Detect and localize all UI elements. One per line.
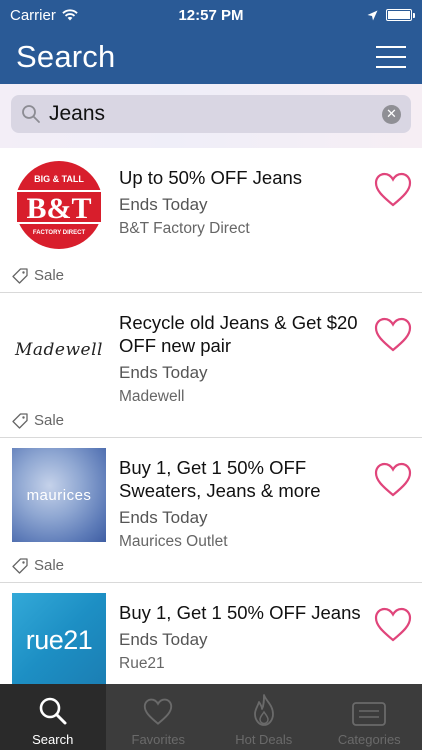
- tab-search[interactable]: Search: [0, 684, 106, 750]
- deal-title: Buy 1, Get 1 50% OFF Jeans: [119, 602, 361, 623]
- deal-store: B&T Factory Direct: [119, 220, 250, 237]
- maurices-logo: maurices: [12, 448, 106, 542]
- tab-label: Favorites: [131, 732, 185, 747]
- store-logo: Madewell: [12, 303, 106, 397]
- deal-text: Recycle old Jeans & Get $20 OFF new pair…: [119, 311, 371, 406]
- deal-text: Up to 50% OFF Jeans Ends Today B&T Facto…: [119, 166, 371, 238]
- deal-title: Buy 1, Get 1 50% OFF Sweaters, Jeans & m…: [119, 457, 321, 501]
- flame-icon: [253, 694, 274, 726]
- deal-tag: Sale: [12, 557, 64, 574]
- search-box[interactable]: ✕: [11, 95, 411, 133]
- tab-bar: Search Favorites Hot Deals Categories: [0, 684, 422, 750]
- store-logo: rue21: [12, 593, 106, 684]
- favorite-heart-icon[interactable]: [374, 607, 412, 643]
- battery-icon: [386, 9, 415, 21]
- menu-button[interactable]: [376, 46, 406, 68]
- deal-item[interactable]: Madewell Recycle old Jeans & Get $20 OFF…: [0, 293, 422, 438]
- deal-store: Rue21: [119, 655, 165, 672]
- deal-item[interactable]: rue21 Buy 1, Get 1 50% OFF Jeans Ends To…: [0, 583, 422, 684]
- search-band: ✕: [0, 84, 422, 148]
- deal-ends: Ends Today: [119, 195, 208, 214]
- search-icon: [39, 697, 67, 725]
- deal-ends: Ends Today: [119, 363, 208, 382]
- menu-bar: [376, 66, 406, 68]
- tab-label: Search: [32, 732, 74, 747]
- tab-categories[interactable]: Categories: [317, 684, 422, 750]
- favorite-heart-icon[interactable]: [374, 172, 412, 208]
- page-title: Search: [16, 39, 116, 74]
- deal-ends: Ends Today: [119, 508, 208, 527]
- deal-tag-label: Sale: [34, 412, 65, 429]
- deal-text: Buy 1, Get 1 50% OFF Jeans Ends Today Ru…: [119, 601, 371, 673]
- rue21-logo: rue21: [12, 593, 106, 684]
- logo-top-text: BIG & TALL: [34, 174, 84, 184]
- store-logo: maurices: [12, 448, 106, 542]
- deal-tag: Sale: [12, 267, 64, 284]
- tag-icon: [12, 412, 28, 429]
- navbar: Search: [0, 30, 422, 84]
- deal-item[interactable]: BIG & TALL B&T FACTORY DIRECT Up to 50% …: [0, 148, 422, 293]
- menu-bar: [376, 56, 406, 58]
- madewell-logo: Madewell: [15, 340, 103, 360]
- deal-title: Up to 50% OFF Jeans: [119, 167, 303, 188]
- store-logo: BIG & TALL B&T FACTORY DIRECT: [12, 158, 106, 252]
- status-bar: Carrier 12:57 PM: [0, 0, 422, 30]
- deal-store: Maurices Outlet: [119, 533, 228, 550]
- logo-bottom-text: FACTORY DIRECT: [33, 230, 86, 236]
- tab-label: Categories: [337, 732, 401, 747]
- tab-favorites[interactable]: Favorites: [106, 684, 212, 750]
- tab-hot-deals[interactable]: Hot Deals: [211, 684, 317, 750]
- deal-store: Madewell: [119, 388, 185, 405]
- tab-label: Hot Deals: [235, 732, 293, 747]
- favorite-heart-icon[interactable]: [374, 462, 412, 498]
- deals-list: BIG & TALL B&T FACTORY DIRECT Up to 50% …: [0, 148, 422, 684]
- favorite-heart-icon[interactable]: [374, 317, 412, 353]
- deal-item[interactable]: maurices Buy 1, Get 1 50% OFF Sweaters, …: [0, 438, 422, 583]
- menu-bar: [376, 46, 406, 48]
- status-time: 12:57 PM: [178, 6, 244, 24]
- search-icon: [22, 105, 40, 123]
- categories-icon: [352, 702, 387, 726]
- search-input[interactable]: [49, 102, 382, 126]
- deal-tag-label: Sale: [34, 267, 65, 284]
- app-header: Carrier 12:57 PM Search: [0, 0, 422, 84]
- logo-main-text: B&T: [26, 192, 91, 225]
- tag-icon: [12, 267, 28, 284]
- deal-text: Buy 1, Get 1 50% OFF Sweaters, Jeans & m…: [119, 456, 371, 551]
- heart-icon: [144, 698, 173, 725]
- tag-icon: [12, 557, 28, 574]
- clear-search-button[interactable]: ✕: [382, 104, 401, 124]
- deal-tag: Sale: [12, 412, 64, 429]
- deal-ends: Ends Today: [119, 630, 208, 649]
- deal-tag-label: Sale: [34, 557, 65, 574]
- deal-title: Recycle old Jeans & Get $20 OFF new pair: [119, 312, 358, 356]
- bt-logo: BIG & TALL B&T FACTORY DIRECT: [15, 161, 103, 249]
